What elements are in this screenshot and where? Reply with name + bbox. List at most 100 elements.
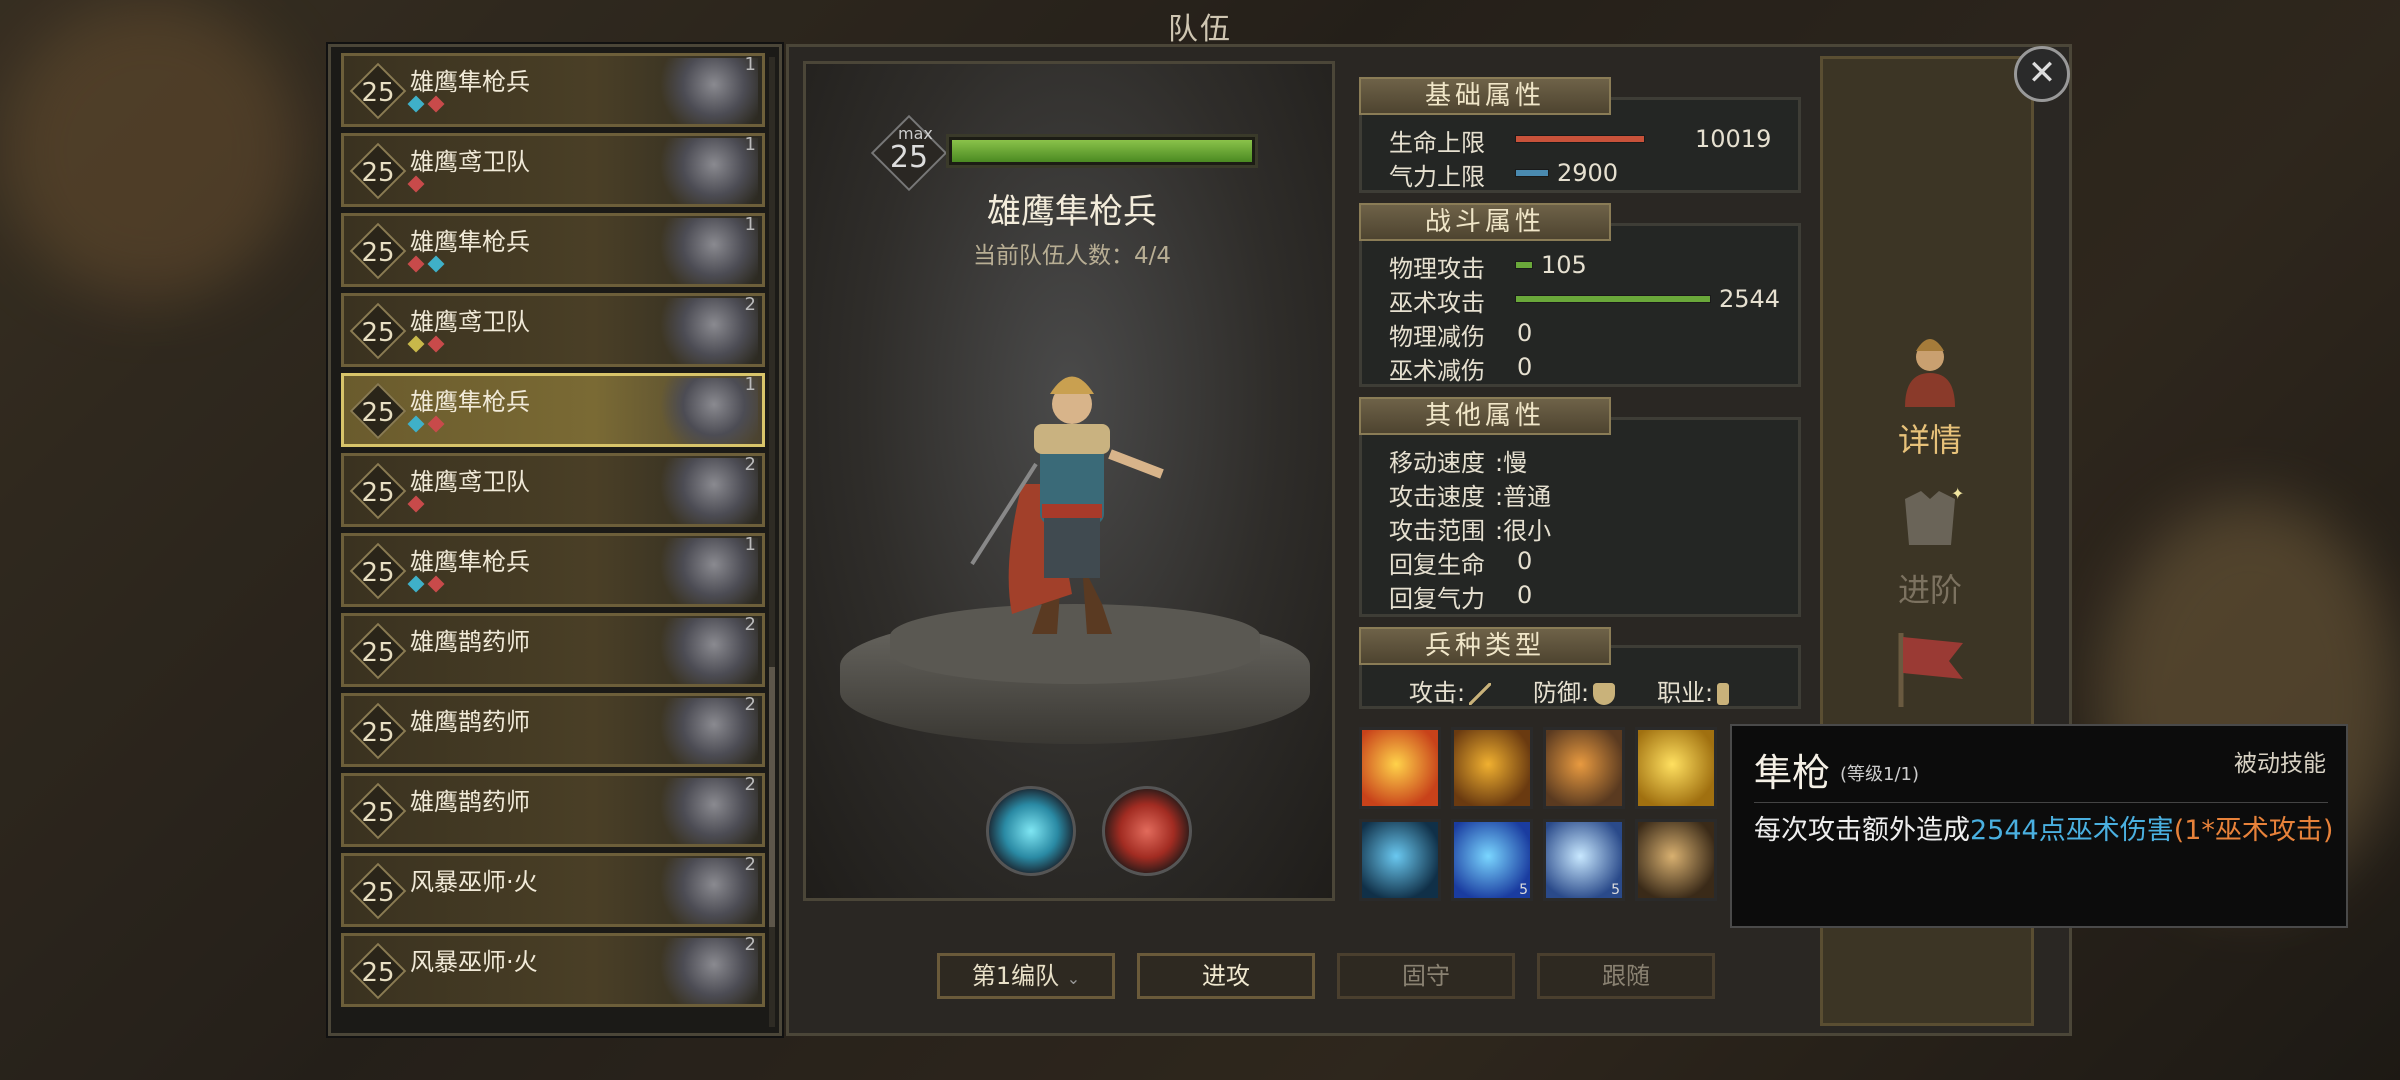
roster-count: 1	[744, 214, 756, 235]
phys-atk-label: 物理攻击	[1389, 255, 1485, 283]
roster-count: 2	[744, 294, 756, 315]
close-icon: ✕	[2027, 53, 2057, 93]
lightning-icon[interactable]: 5	[1543, 819, 1625, 901]
close-button[interactable]: ✕	[2014, 46, 2070, 102]
tab-advance-label: 进阶	[1897, 571, 1962, 609]
atk-speed-label: 攻击速度	[1389, 483, 1485, 511]
type-class: 职业:	[1657, 673, 1730, 708]
unit-thumbnail	[648, 218, 758, 284]
gem-icon	[407, 495, 425, 513]
hp-regen-label: 回复生命	[1389, 551, 1485, 579]
tooltip-kind: 被动技能	[2234, 751, 2326, 777]
roster-name: 雄鹰隼枪兵	[410, 68, 530, 96]
mp-bar	[1515, 169, 1549, 177]
roster-row[interactable]: 25 雄鹰鸢卫队 2	[341, 453, 765, 527]
roster-count: 2	[744, 694, 756, 715]
roster-count: 2	[744, 454, 756, 475]
roster-gems	[407, 175, 425, 193]
roster-level: 25	[361, 798, 395, 828]
window-title: 队伍	[1168, 12, 1232, 47]
roster-gems	[407, 255, 445, 273]
roster-name: 风暴巫师·火	[410, 948, 538, 976]
type-defense-label: 防御:	[1533, 679, 1590, 707]
roster-name: 雄鹰隼枪兵	[410, 548, 530, 576]
roster-name: 雄鹰隼枪兵	[410, 388, 530, 416]
roster-row[interactable]: 25 风暴巫师·火 2	[341, 853, 765, 927]
roster-gems	[407, 495, 425, 513]
blue-body-icon[interactable]	[1359, 819, 1441, 901]
gem-slot-blue-icon[interactable]	[986, 786, 1076, 876]
tooltip-divider	[1754, 802, 2328, 803]
follow-button[interactable]: 跟随	[1537, 953, 1715, 999]
roster-row[interactable]: 25 雄鹰鸢卫队 1	[341, 133, 765, 207]
unit-thumbnail	[648, 938, 758, 1004]
roster-row[interactable]: 25 雄鹰鹊药师 2	[341, 693, 765, 767]
roster-row[interactable]: 25 雄鹰鸢卫队 2	[341, 293, 765, 367]
gem-icon	[407, 255, 425, 273]
roster-count: 1	[744, 374, 756, 395]
roster-row[interactable]: 25 雄鹰鹊药师 2	[341, 773, 765, 847]
range-label: 攻击范围	[1389, 517, 1485, 545]
roster-name: 雄鹰鹊药师	[410, 628, 530, 656]
gem-icon	[407, 415, 425, 433]
roster-count: 1	[744, 134, 756, 155]
roster-row[interactable]: 25 雄鹰隼枪兵 1	[341, 213, 765, 287]
unit-name: 雄鹰隼枪兵	[987, 192, 1157, 232]
roster-row[interactable]: 25 雄鹰鹊药师 2	[341, 613, 765, 687]
fist-icon[interactable]	[1543, 727, 1625, 809]
skill-level: 5	[1611, 882, 1620, 898]
type-attack-label: 攻击:	[1409, 679, 1466, 707]
roster-list[interactable]: 25 雄鹰隼枪兵 1 25 雄鹰鸢卫队 1 25 雄鹰隼枪兵 1 25 雄鹰鸢卫队 2 25 雄鹰隼枪兵 1…	[328, 44, 782, 1036]
soldier-icon	[1905, 339, 1955, 407]
unit-thumbnail	[648, 138, 758, 204]
unit-thumbnail	[648, 458, 758, 524]
roster-level: 25	[361, 558, 395, 588]
phys-def-label: 物理减伤	[1389, 323, 1485, 351]
combat-attributes-title: 战斗属性	[1359, 203, 1611, 241]
tooltip-title: 隼枪	[1754, 751, 1831, 795]
blue-heart-icon[interactable]: 5	[1451, 819, 1533, 901]
gem-icon	[407, 95, 425, 113]
roster-count: 2	[744, 934, 756, 955]
unit-thumbnail	[648, 378, 758, 444]
unit-type-title: 兵种类型	[1359, 627, 1611, 665]
unit-thumbnail	[648, 58, 758, 124]
fire-burst-icon[interactable]	[1359, 727, 1441, 809]
level-bar-fill	[952, 140, 1252, 162]
roster-gems	[407, 575, 445, 593]
class-icon	[1717, 683, 1730, 705]
gem-icon	[407, 575, 425, 593]
skull-mask-icon[interactable]	[1635, 819, 1717, 901]
roster-level: 25	[361, 78, 395, 108]
tooltip-desc-prefix: 每次攻击额外造成	[1754, 815, 1970, 846]
tab-details[interactable]: 详情	[1823, 319, 2037, 469]
unit-thumbnail	[648, 618, 758, 684]
roster-row[interactable]: 25 雄鹰隼枪兵 1	[341, 533, 765, 607]
gem-icon	[407, 175, 425, 193]
attack-button[interactable]: 进攻	[1137, 953, 1315, 999]
tab-advance[interactable]: ✦ 进阶	[1823, 469, 2037, 619]
roster-row[interactable]: 25 风暴巫师·火 2	[341, 933, 765, 1007]
type-attack: 攻击:	[1409, 673, 1492, 708]
type-class-label: 职业:	[1657, 679, 1714, 707]
gem-slot-red-icon[interactable]	[1102, 786, 1192, 876]
roster-row[interactable]: 25 雄鹰隼枪兵 1	[341, 373, 765, 447]
golden-aura-icon[interactable]	[1635, 727, 1717, 809]
shield-icon	[1593, 683, 1616, 705]
phys-atk-bar	[1515, 261, 1533, 269]
roster-name: 风暴巫师·火	[410, 868, 538, 896]
roster-scroll-thumb[interactable]	[769, 667, 775, 927]
gold-slash-icon[interactable]	[1451, 727, 1533, 809]
squad-dropdown[interactable]: 第1编队 ⌄	[937, 953, 1115, 999]
roster-name: 雄鹰隼枪兵	[410, 228, 530, 256]
hold-button[interactable]: 固守	[1337, 953, 1515, 999]
magic-atk-bar	[1515, 295, 1711, 303]
spear-icon	[1469, 683, 1492, 705]
mp-label: 气力上限	[1389, 163, 1485, 191]
unit-portrait	[970, 376, 1164, 634]
phys-atk-value: 105	[1541, 251, 1587, 279]
type-defense: 防御:	[1533, 673, 1616, 708]
tab-details-label: 详情	[1897, 421, 1962, 459]
gem-icon	[427, 415, 445, 433]
roster-row[interactable]: 25 雄鹰隼枪兵 1	[341, 53, 765, 127]
